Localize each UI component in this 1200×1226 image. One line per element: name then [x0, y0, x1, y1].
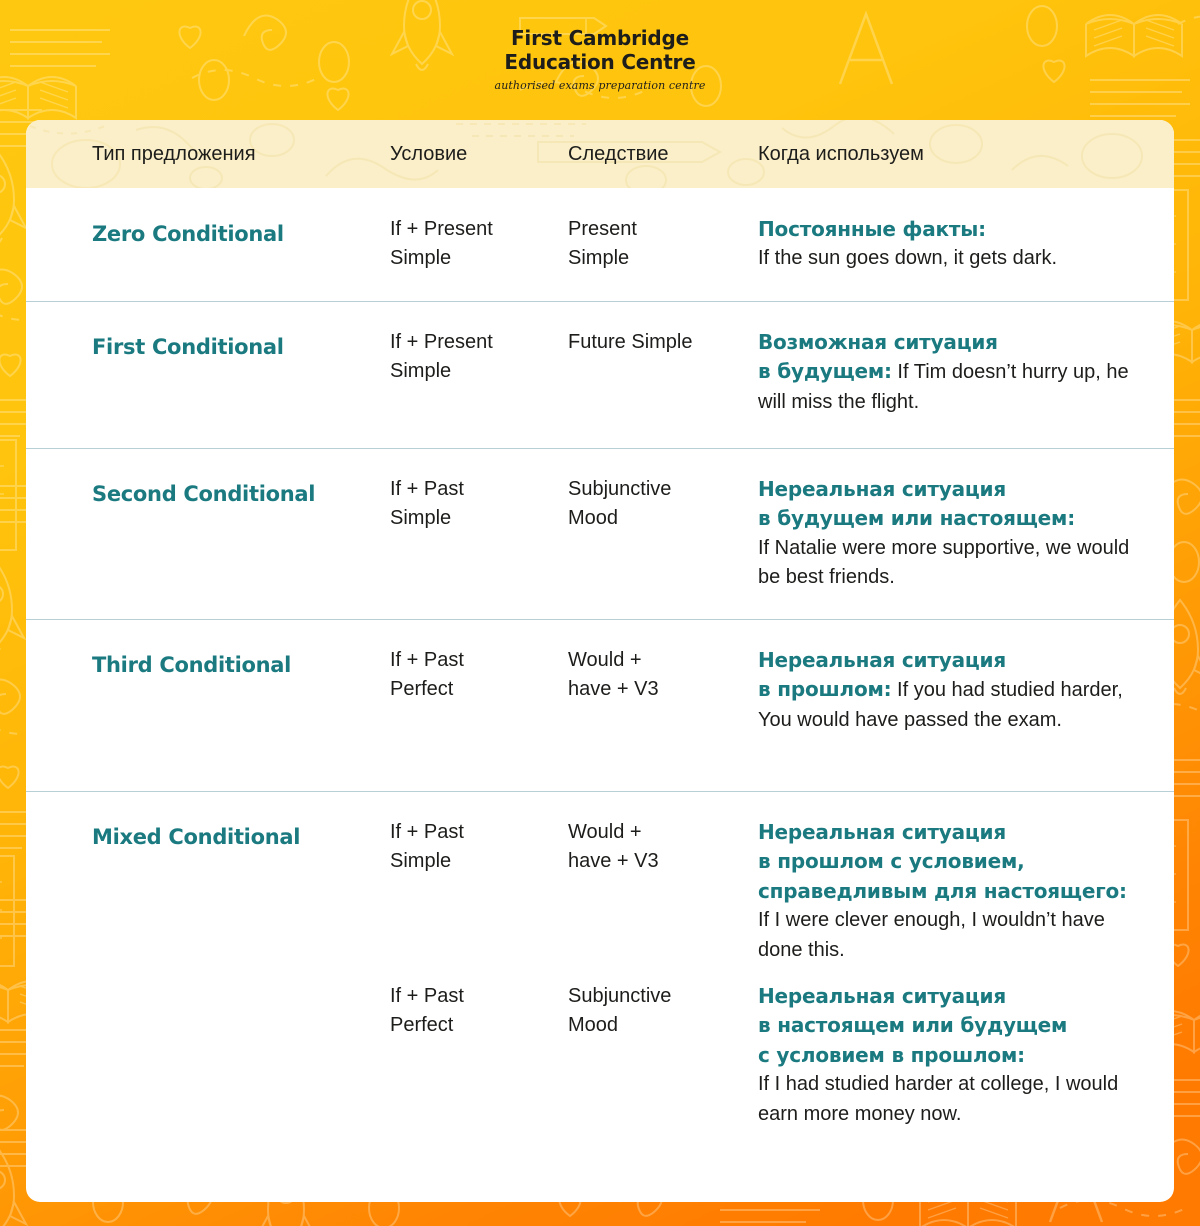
condition-line: If + Past — [390, 478, 464, 500]
usage-lead-3: справедливым для настоящего: — [758, 878, 1127, 903]
result-line: Subjunctive — [568, 985, 672, 1007]
condition-cell: If + Past Simple — [390, 818, 566, 877]
result-line: Would + — [568, 649, 642, 671]
usage-lead-2: в настоящем или будущем — [758, 1013, 1068, 1038]
condition-line: If + Present — [390, 331, 493, 353]
result-cell: Future Simple — [568, 328, 754, 357]
usage-example: If I had studied harder at college, I wo… — [758, 1073, 1119, 1125]
column-header-condition: Условие — [390, 143, 468, 165]
usage-example: If I were clever enough, I wouldn’t have… — [758, 909, 1105, 961]
usage-lead: Возможная ситуация — [758, 330, 998, 354]
result-line: Mood — [568, 1014, 619, 1037]
condition-cell: If + Present Simple — [390, 328, 566, 387]
result-cell: Would + have + V3 — [568, 818, 754, 877]
brand-tagline: authorised exams preparation centre — [494, 79, 706, 92]
result-line: Future Simple — [568, 331, 693, 353]
result-line: Simple — [568, 247, 630, 270]
condition-line: Simple — [390, 247, 452, 270]
result-line: Would + — [568, 821, 642, 843]
conditional-type: Second Conditional — [92, 482, 316, 506]
usage-cell: Возможная ситуация в будущем: If Tim doe… — [758, 328, 1138, 417]
usage-lead-inline: в будущем: — [758, 359, 892, 384]
condition-line: Perfect — [390, 678, 454, 701]
usage-lead: Нереальная ситуация — [758, 984, 1006, 1008]
condition-line: If + Past — [390, 821, 464, 843]
result-line: Mood — [568, 507, 619, 530]
usage-cell: Нереальная ситуация в прошлом: If you ha… — [758, 646, 1138, 735]
brand-name-line2: Education Centre — [504, 50, 696, 74]
table-row: Mixed Conditional If + Past Simple Would… — [26, 791, 1174, 1182]
usage-lead-3: с условием в прошлом: — [758, 1042, 1025, 1067]
usage-cell: Постоянные факты: If the sun goes down, … — [758, 215, 1138, 274]
usage-cell: Нереальная ситуация в будущем или настоя… — [758, 475, 1138, 593]
condition-cell: If + Past Simple — [390, 475, 566, 534]
usage-lead-inline: в прошлом: — [758, 677, 892, 702]
usage-example: If the sun goes down, it gets dark. — [758, 247, 1058, 270]
condition-line: Simple — [390, 507, 452, 530]
result-line: Subjunctive — [568, 478, 672, 500]
usage-example: в прошлом: If you had studied harder, Yo… — [758, 675, 1138, 735]
column-header-result: Следствие — [568, 143, 669, 165]
table-header-band: Тип предложения Условие Следствие Когда … — [26, 120, 1174, 188]
condition-cell: If + Past Perfect — [390, 646, 566, 705]
result-cell: Would + have + V3 — [568, 646, 754, 705]
condition-line: If + Past — [390, 985, 464, 1007]
table-row: Zero Conditional If + Present Simple Pre… — [26, 188, 1174, 301]
conditional-type: Third Conditional — [92, 653, 292, 677]
usage-cell: Нереальная ситуация в настоящем или буду… — [758, 982, 1138, 1129]
condition-line: If + Present — [390, 218, 493, 240]
table-header-row: Тип предложения Условие Следствие Когда … — [26, 120, 1174, 188]
column-header-type: Тип предложения — [92, 143, 256, 165]
result-cell: Present Simple — [568, 215, 754, 274]
condition-cell: If + Past Perfect — [390, 982, 566, 1041]
condition-line: Simple — [390, 360, 452, 383]
table-row: Third Conditional If + Past Perfect Woul… — [26, 619, 1174, 791]
usage-cell: Нереальная ситуация в прошлом с условием… — [758, 818, 1138, 965]
condition-line: If + Past — [390, 649, 464, 671]
brand-name-line1: First Cambridge — [510, 26, 690, 50]
condition-line: Perfect — [390, 1014, 454, 1037]
condition-cell: If + Present Simple — [390, 215, 566, 274]
usage-example: в будущем: If Tim doesn’t hurry up, he w… — [758, 357, 1138, 417]
brand-logo: First Cambridge Education Centre authori… — [0, 26, 1200, 92]
conditional-type: Zero Conditional — [92, 222, 284, 246]
table-row: First Conditional If + Present Simple Fu… — [26, 301, 1174, 448]
usage-lead: Нереальная ситуация — [758, 648, 1006, 672]
result-line: have + V3 — [568, 850, 659, 873]
column-header-usage: Когда используем — [758, 143, 924, 165]
conditional-type: First Conditional — [92, 335, 284, 359]
conditionals-table-card: Тип предложения Условие Следствие Когда … — [26, 120, 1174, 1202]
condition-line: Simple — [390, 850, 452, 873]
usage-example: If Natalie were more supportive, we woul… — [758, 536, 1130, 589]
table-body: Zero Conditional If + Present Simple Pre… — [26, 188, 1174, 1182]
usage-lead-2: в будущем или настоящем: — [758, 506, 1075, 531]
usage-lead: Нереальная ситуация — [758, 477, 1006, 501]
usage-lead: Нереальная ситуация — [758, 820, 1006, 844]
conditional-type: Mixed Conditional — [92, 825, 301, 849]
usage-lead-2: в прошлом с условием, — [758, 849, 1025, 874]
result-cell: Subjunctive Mood — [568, 982, 754, 1041]
usage-lead: Постоянные факты: — [758, 217, 986, 241]
table-row: Second Conditional If + Past Simple Subj… — [26, 448, 1174, 619]
result-cell: Subjunctive Mood — [568, 475, 754, 534]
result-line: Present — [568, 218, 637, 240]
result-line: have + V3 — [568, 678, 659, 701]
